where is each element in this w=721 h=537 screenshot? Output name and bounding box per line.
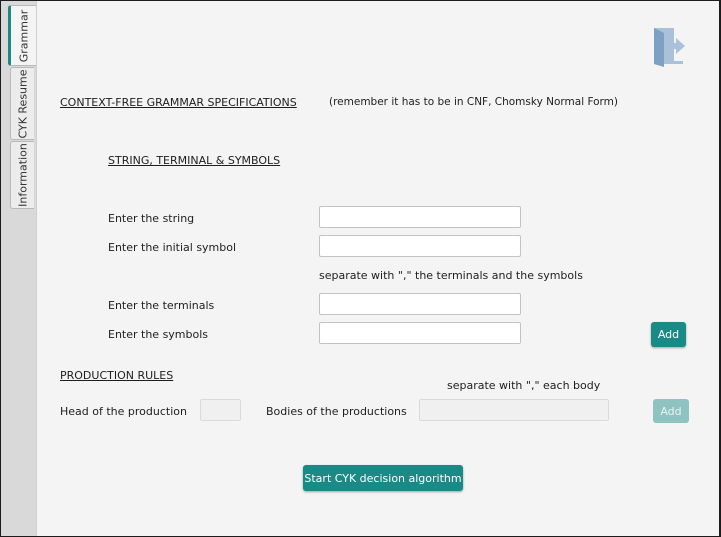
tab-grammar-label: Grammar	[17, 9, 30, 62]
exit-door-icon[interactable]	[651, 25, 687, 67]
production-bodies-input[interactable]	[419, 399, 609, 421]
initial-symbol-input[interactable]	[319, 235, 521, 257]
tab-information-label: Information	[16, 143, 29, 207]
grammar-panel: CONTEXT-FREE GRAMMAR SPECIFICATIONS (rem…	[37, 1, 719, 536]
tab-cyk-resume-label: CYK Resume	[16, 68, 29, 139]
terminals-symbols-separator-hint: separate with "," the terminals and the …	[319, 269, 583, 282]
start-cyk-button[interactable]: Start CYK decision algorithm	[303, 465, 463, 491]
add-grammar-button[interactable]: Add	[651, 322, 686, 347]
bodies-separator-hint: separate with "," each body	[447, 379, 601, 392]
production-bodies-label: Bodies of the productions	[266, 405, 407, 418]
string-label: Enter the string	[108, 212, 195, 225]
production-head-label: Head of the production	[60, 405, 187, 418]
string-input[interactable]	[319, 206, 521, 228]
tab-sidebar: Grammar CYK Resume Information	[1, 1, 37, 536]
production-head-input[interactable]	[200, 399, 241, 421]
add-production-button[interactable]: Add	[653, 399, 689, 423]
tab-cyk-resume[interactable]: CYK Resume	[10, 67, 34, 140]
string-terminal-symbols-title: STRING, TERMINAL & SYMBOLS	[108, 154, 281, 167]
tab-grammar[interactable]: Grammar	[8, 5, 36, 66]
initial-symbol-label: Enter the initial symbol	[108, 241, 237, 254]
terminals-label: Enter the terminals	[108, 299, 215, 312]
terminals-input[interactable]	[319, 293, 521, 315]
symbols-label: Enter the symbols	[108, 328, 209, 341]
cnf-note: (remember it has to be in CNF, Chomsky N…	[329, 96, 619, 108]
production-rules-title: PRODUCTION RULES	[60, 369, 174, 382]
grammar-spec-title: CONTEXT-FREE GRAMMAR SPECIFICATIONS	[60, 96, 297, 109]
symbols-input[interactable]	[319, 322, 521, 344]
tab-information[interactable]: Information	[10, 141, 34, 209]
app-window: Grammar CYK Resume Information CONTEXT-F…	[1, 1, 719, 536]
